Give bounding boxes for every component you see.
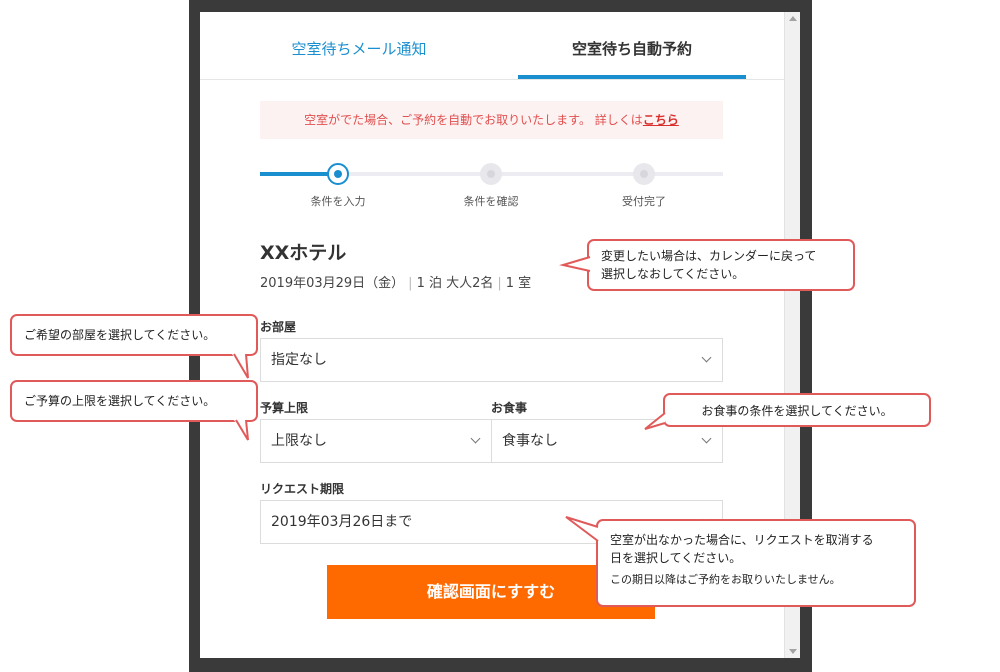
callout-pointer	[644, 412, 666, 430]
deadline-hint-callout: 空室が出なかった場合に、リクエストを取消する 日を選択してください。 この期日以…	[565, 516, 916, 607]
chevron-down-icon	[701, 433, 712, 444]
stay-date: 2019年03月29日（金）	[260, 276, 405, 291]
callout-pointer	[565, 516, 599, 542]
meal-hint-text: お食事の条件を選択してください。	[701, 404, 893, 418]
tab-waitlist-auto-booking[interactable]: 空室待ち自動予約	[518, 12, 746, 80]
budget-label: 予算上限	[260, 401, 309, 415]
stay-summary: 2019年03月29日（金） | 1 泊 大人2名 | 1 室	[260, 272, 531, 291]
step-input-label: 条件を入力	[310, 195, 366, 208]
meal-select-value: 食事なし	[502, 433, 558, 449]
hotel-name: XXホテル	[260, 242, 347, 264]
callout-pointer	[234, 419, 249, 441]
stay-rooms: 1 室	[505, 276, 532, 291]
step-input-dot	[327, 163, 349, 185]
step-confirm-dot	[480, 163, 502, 185]
scroll-down-arrow-icon[interactable]	[789, 649, 797, 654]
stay-guests: 大人2名	[446, 276, 494, 291]
chevron-down-icon	[470, 433, 481, 444]
calendar-hint-callout: 変更したい場合は、カレンダーに戻って 選択しなおしてください。	[559, 239, 855, 291]
stay-nights: 1 泊	[416, 276, 442, 291]
budget-hint-text: ご予算の上限を選択してください。	[24, 394, 216, 408]
calendar-hint-line2: 選択しなおしてください。	[601, 267, 745, 281]
notice-text: 空室がでた場合、ご予約を自動でお取りいたします。 詳しくは	[304, 113, 643, 127]
meal-hint-callout: お食事の条件を選択してください。	[644, 393, 931, 430]
separator: |	[408, 276, 413, 291]
tab-bar: 空室待ちメール通知 空室待ち自動予約	[200, 12, 784, 80]
room-label: お部屋	[260, 320, 297, 334]
step-confirm-label: 条件を確認	[463, 195, 519, 208]
chevron-down-icon	[701, 352, 712, 363]
deadline-hint-line1: 空室が出なかった場合に、リクエストを取消する	[610, 533, 874, 547]
deadline-select-value: 2019年03月26日まで	[271, 514, 413, 530]
budget-select-value: 上限なし	[271, 433, 327, 449]
details-link[interactable]: こちら	[643, 113, 679, 127]
auto-booking-notice: 空室がでた場合、ご予約を自動でお取りいたします。 詳しくはこちら	[260, 101, 723, 139]
scroll-up-arrow-icon[interactable]	[789, 16, 797, 21]
budget-select[interactable]: 上限なし	[260, 419, 492, 463]
meal-label: お食事	[491, 401, 528, 415]
deadline-hint-line2: 日を選択してください。	[610, 551, 742, 565]
budget-hint-callout: ご予算の上限を選択してください。	[10, 380, 258, 441]
room-select[interactable]: 指定なし	[260, 338, 723, 382]
room-select-value: 指定なし	[271, 352, 327, 368]
tab-waitlist-mail[interactable]: 空室待ちメール通知	[200, 12, 518, 80]
active-tab-indicator	[518, 75, 746, 79]
separator: |	[497, 276, 502, 291]
room-hint-text: ご希望の部屋を選択してください。	[24, 328, 216, 342]
room-hint-callout: ご希望の部屋を選択してください。	[10, 314, 258, 379]
step-complete-dot	[633, 163, 655, 185]
calendar-hint-line1: 変更したい場合は、カレンダーに戻って	[601, 249, 817, 263]
deadline-hint-line3: この期日以降はご予約をお取りいたしません。	[610, 573, 841, 586]
step-complete-label: 受付完了	[622, 195, 666, 208]
deadline-label: リクエスト期限	[260, 482, 345, 496]
callout-pointer	[559, 256, 591, 272]
